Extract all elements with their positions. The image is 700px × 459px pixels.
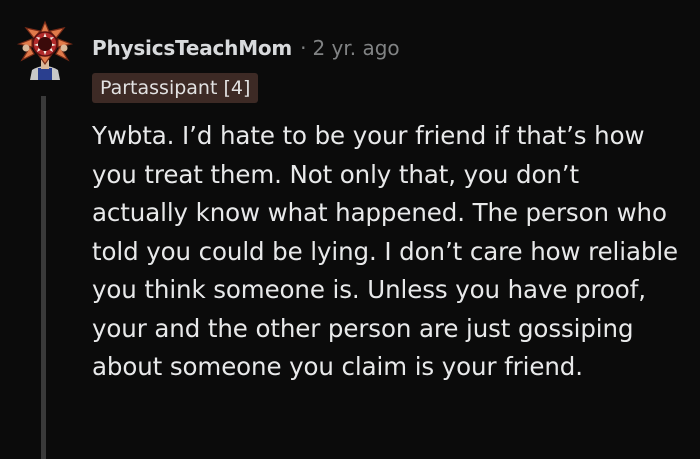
username[interactable]: PhysicsTeachMom	[92, 36, 292, 60]
avatar[interactable]	[14, 18, 76, 80]
comment-header: PhysicsTeachMom · 2 yr. ago	[92, 33, 400, 63]
demogorgon-avatar-icon	[16, 20, 74, 80]
comment: PhysicsTeachMom · 2 yr. ago Partassipant…	[0, 0, 700, 459]
comment-body: Ywbta. I’d hate to be your friend if tha…	[92, 121, 679, 381]
user-flair: Partassipant [4]	[92, 73, 259, 103]
meta-separator: ·	[300, 36, 307, 60]
thread-line[interactable]	[41, 96, 46, 459]
timestamp[interactable]: 2 yr. ago	[312, 36, 399, 60]
